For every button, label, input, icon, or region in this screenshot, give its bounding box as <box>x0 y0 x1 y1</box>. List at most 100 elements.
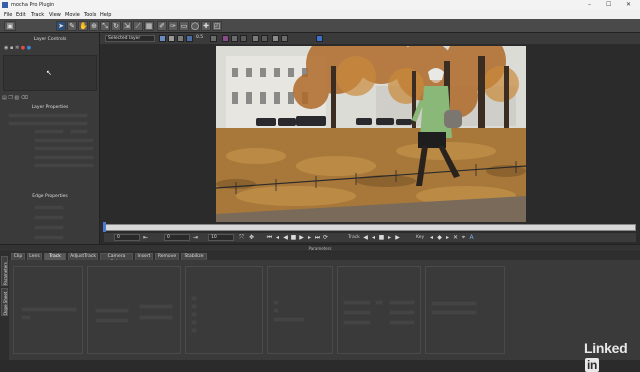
spin-up-icon[interactable] <box>375 300 383 305</box>
in-out-field[interactable] <box>8 121 88 126</box>
horizontal-checkbox[interactable] <box>273 300 279 305</box>
go-to-start-icon[interactable]: ⏮ <box>266 234 273 241</box>
mask-toggle-icon[interactable] <box>168 35 175 42</box>
shape-data-field[interactable] <box>389 320 415 325</box>
input-clip-dropdown[interactable] <box>21 307 77 312</box>
in-point-field[interactable]: 0 <box>114 234 140 241</box>
overlay-toggle-icon[interactable] <box>159 35 166 42</box>
maximize-button[interactable]: ☐ <box>606 1 611 8</box>
save-project-icon[interactable]: ▣ <box>4 21 16 31</box>
input-channel-field[interactable] <box>95 308 129 313</box>
trace-view-icon[interactable] <box>272 35 279 42</box>
menu-movie[interactable]: Movie <box>65 12 80 18</box>
reset-in-out-icon[interactable]: ⤧ <box>238 234 245 241</box>
min-pixels-field[interactable] <box>95 318 129 323</box>
matte-field[interactable] <box>34 146 94 151</box>
stabilize-view-icon[interactable] <box>281 35 288 42</box>
layer-name-field[interactable] <box>8 113 88 118</box>
track-back-frame-icon[interactable]: ◂ <box>370 234 377 241</box>
set-out-point-icon[interactable]: ⇥ <box>192 234 199 241</box>
auto-key-icon[interactable]: A <box>468 234 475 241</box>
menu-edit[interactable]: Edit <box>16 12 26 18</box>
zoom-tool-icon[interactable]: ⊕ <box>89 21 99 31</box>
track-export-field[interactable] <box>343 300 371 305</box>
layout-view-icon[interactable] <box>240 35 247 42</box>
video-frame[interactable] <box>216 46 526 222</box>
contrast-icon[interactable] <box>177 35 184 42</box>
rectangle-tool-icon[interactable]: ▭ <box>179 21 189 31</box>
grid-tool-icon[interactable]: ▦ <box>144 21 154 31</box>
track-forward-frame-icon[interactable]: ▸ <box>386 234 393 241</box>
grid-view-icon[interactable] <box>231 35 238 42</box>
track-stop-icon[interactable]: ■ <box>378 234 385 241</box>
step-forward-icon[interactable]: ▸ <box>306 234 313 241</box>
rotation-checkbox[interactable] <box>191 312 197 317</box>
expand-range-icon[interactable]: ✥ <box>248 234 255 241</box>
info-view-icon[interactable] <box>316 35 323 42</box>
out-point-field[interactable]: 10 <box>208 234 234 241</box>
tab-clip[interactable]: Clip <box>11 253 25 260</box>
edge-motion-blur-field[interactable] <box>34 235 64 240</box>
search-area-field[interactable] <box>139 315 173 320</box>
edge-softness-field[interactable] <box>34 225 64 230</box>
blend-mode-field[interactable] <box>34 138 94 143</box>
rotate-tool-icon[interactable]: ↻ <box>111 21 121 31</box>
eye-icon[interactable]: ◉ <box>4 45 8 51</box>
smoothing-field[interactable] <box>139 304 173 309</box>
tab-insert[interactable]: Insert <box>135 253 153 260</box>
track-forward-icon[interactable]: ▶ <box>394 234 401 241</box>
set-in-point-icon[interactable]: ⇤ <box>142 234 149 241</box>
ellipse-tool-icon[interactable]: ◯ <box>190 21 200 31</box>
magnetic-tool-icon[interactable]: ◰ <box>212 21 222 31</box>
tab-adjust-track[interactable]: AdjustTrack <box>68 253 98 260</box>
minimize-button[interactable]: – <box>588 1 591 8</box>
delete-key-icon[interactable]: ✕ <box>452 234 459 241</box>
scale-checkbox[interactable] <box>191 304 197 309</box>
track-shape-field[interactable] <box>343 320 371 325</box>
go-to-end-icon[interactable]: ⏭ <box>314 234 321 241</box>
export-tracking-field[interactable] <box>431 301 477 306</box>
prev-key-icon[interactable]: ◂ <box>428 234 435 241</box>
menu-help[interactable]: Help <box>100 12 111 18</box>
tracking-data-field[interactable] <box>389 310 415 315</box>
play-forward-icon[interactable]: ▶ <box>298 234 305 241</box>
loop-icon[interactable]: ⟳ <box>322 234 329 241</box>
cog-icon[interactable]: ✲ <box>15 45 19 51</box>
transform-tool-icon[interactable]: ⤡ <box>100 21 110 31</box>
translation-checkbox[interactable] <box>191 296 197 301</box>
group-layer-icon[interactable]: ▧ <box>14 95 19 101</box>
color-icon[interactable]: ● <box>21 45 25 51</box>
close-button[interactable]: ✕ <box>626 1 631 8</box>
track-backward-icon[interactable]: ◀ <box>362 234 369 241</box>
xspline-tool-icon[interactable]: ✐ <box>157 21 167 31</box>
channel-icon[interactable] <box>222 35 229 42</box>
current-frame-field[interactable]: 0 <box>164 234 190 241</box>
input-field[interactable] <box>70 129 88 134</box>
tab-stabilize[interactable]: Stabilize <box>181 253 207 260</box>
bezier-tool-icon[interactable]: ✑ <box>168 21 178 31</box>
new-layer-icon[interactable]: ▤ <box>2 95 7 101</box>
key-mode-icon[interactable]: ⌖ <box>460 234 467 241</box>
lock-icon[interactable]: ▪ <box>10 45 13 51</box>
menu-view[interactable]: View <box>49 12 61 18</box>
add-key-icon[interactable]: ◆ <box>436 234 443 241</box>
pan-tool-icon[interactable]: ✋ <box>78 21 88 31</box>
luminance-icon[interactable] <box>186 35 193 42</box>
add-point-tool-icon[interactable]: ✎ <box>67 21 77 31</box>
edge-offset-field[interactable] <box>34 215 64 220</box>
corners-view-icon[interactable] <box>261 35 268 42</box>
timeline-ruler[interactable] <box>104 224 636 231</box>
matte-icon[interactable]: ● <box>27 45 31 51</box>
perspective-checkbox[interactable] <box>191 328 197 333</box>
clip-viewer[interactable] <box>100 44 640 222</box>
surface-view-icon[interactable] <box>252 35 259 42</box>
play-backward-icon[interactable]: ◀ <box>282 234 289 241</box>
duplicate-layer-icon[interactable]: ❐ <box>8 95 12 101</box>
tab-remove[interactable]: Remove <box>155 253 179 260</box>
layer-list[interactable]: ↖ <box>3 55 97 91</box>
tab-lens[interactable]: Lens <box>27 253 42 260</box>
shear-checkbox[interactable] <box>191 320 197 325</box>
delete-layer-icon[interactable]: ⌫ <box>21 95 28 101</box>
menu-file[interactable]: File <box>4 12 12 18</box>
shear-tool-icon[interactable]: ⟋ <box>133 21 143 31</box>
